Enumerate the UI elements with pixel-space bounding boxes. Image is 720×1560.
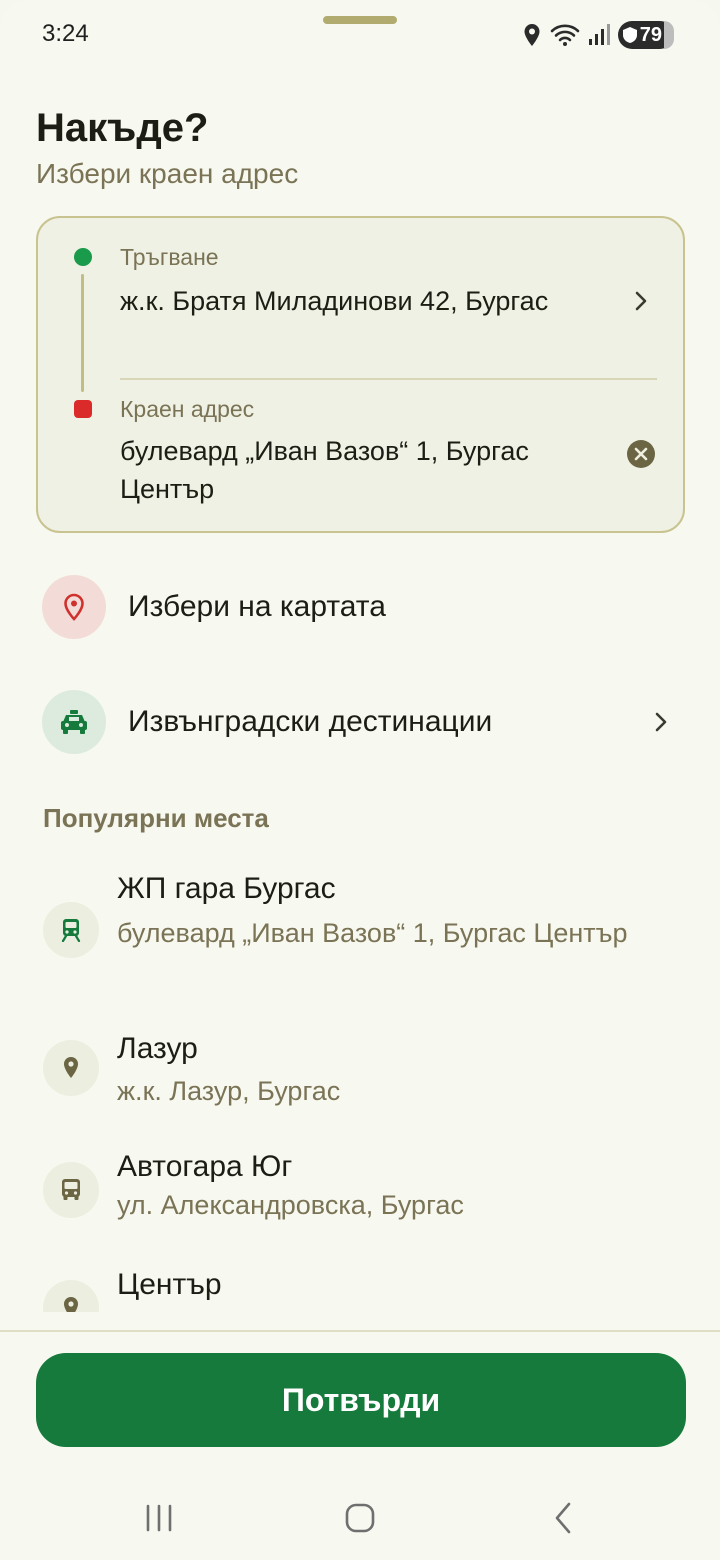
origin-field[interactable]: ж.к. Братя Миладинови 42, Бургас <box>120 282 590 320</box>
list-item-jp-gara[interactable]: ЖП гара Бургас булевард „Иван Вазов“ 1, … <box>0 860 720 1000</box>
destination-label: Краен адрес <box>120 396 255 422</box>
system-nav-bar <box>0 1478 720 1560</box>
outside-city-destinations-button[interactable]: Извънградски дестинации <box>42 690 678 754</box>
battery-level: 79 <box>639 23 662 46</box>
route-card: Тръгване ж.к. Братя Миладинови 42, Бурга… <box>36 216 685 533</box>
chevron-right-icon <box>655 712 667 732</box>
home-icon[interactable] <box>344 1498 376 1538</box>
clear-destination-button[interactable] <box>627 440 655 468</box>
map-pin-icon <box>42 575 106 639</box>
status-icons: 79 <box>522 20 674 50</box>
shield-icon <box>622 27 637 43</box>
signal-icon <box>588 24 610 45</box>
battery-icon: 79 <box>617 21 674 49</box>
close-icon <box>634 447 648 461</box>
route-divider <box>120 378 657 380</box>
pick-on-map-label: Избери на картата <box>128 590 386 623</box>
confirm-button[interactable]: Потвърди <box>36 1353 686 1447</box>
popular-places-title: Популярни места <box>43 803 269 833</box>
place-address: ул. Александровска, Бургас <box>117 1190 464 1220</box>
origin-label: Тръгване <box>120 244 219 270</box>
wifi-icon <box>550 24 580 46</box>
place-name: ЖП гара Бургас <box>117 872 336 905</box>
location-pin-icon <box>43 1040 99 1096</box>
status-bar: 3:24 79 <box>0 0 720 70</box>
page-title: Накъде? <box>36 106 209 150</box>
chevron-right-icon[interactable] <box>630 290 652 312</box>
taxi-icon <box>42 690 106 754</box>
location-pin-icon <box>43 1280 99 1312</box>
location-icon <box>524 24 540 46</box>
footer-divider <box>0 1330 720 1332</box>
place-address: ж.к. Лазур, Бургас <box>117 1076 341 1106</box>
place-name: Център <box>117 1268 222 1301</box>
place-name: Лазур <box>117 1032 198 1065</box>
back-icon[interactable] <box>550 1498 576 1538</box>
list-item-lazur[interactable]: Лазур ж.к. Лазур, Бургас <box>0 1028 720 1128</box>
bottom-sheet: 3:24 79 Накъде? Избери краен адрес Тръгв… <box>0 0 720 1560</box>
route-connector <box>81 274 84 392</box>
place-address: булевард „Иван Вазов“ 1, Бургас Център <box>117 918 628 948</box>
place-name: Автогара Юг <box>117 1150 293 1183</box>
status-time: 3:24 <box>42 20 89 47</box>
popular-places-list[interactable]: ЖП гара Бургас булевард „Иван Вазов“ 1, … <box>0 860 720 1312</box>
sheet-drag-handle[interactable] <box>323 16 397 24</box>
bus-icon <box>43 1162 99 1218</box>
origin-dot-icon <box>74 248 92 266</box>
train-icon <box>43 902 99 958</box>
destination-field[interactable]: булевард „Иван Вазов“ 1, Бургас Център <box>120 432 590 508</box>
destination-square-icon <box>74 400 92 418</box>
outside-city-label: Извънградски дестинации <box>128 705 493 738</box>
pick-on-map-button[interactable]: Избери на картата <box>42 575 678 639</box>
list-item-avtogara-yug[interactable]: Автогара Юг ул. Александровска, Бургас <box>0 1150 720 1250</box>
recent-apps-icon[interactable] <box>144 1498 174 1538</box>
page-subtitle: Избери краен адрес <box>36 158 299 189</box>
list-item-center[interactable]: Център <box>0 1268 720 1312</box>
